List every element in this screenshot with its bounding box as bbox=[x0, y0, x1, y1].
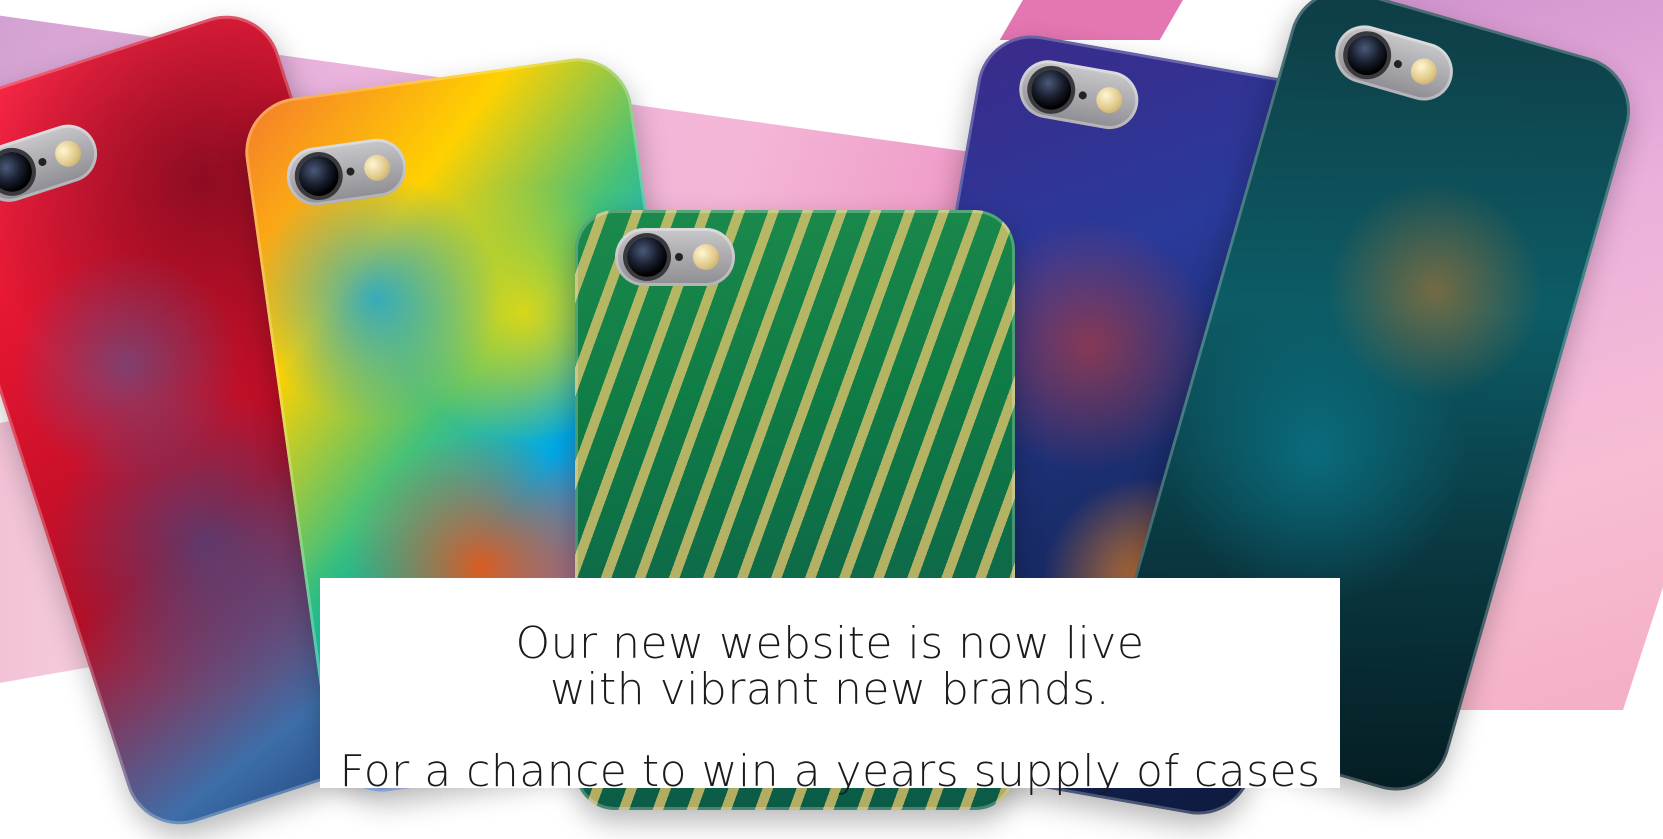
lens-icon bbox=[1028, 66, 1075, 114]
mic-dot bbox=[675, 253, 683, 261]
camera-icon bbox=[1014, 55, 1143, 134]
mic-dot bbox=[345, 167, 355, 177]
camera-icon bbox=[1328, 18, 1460, 108]
mic-dot bbox=[1078, 90, 1088, 101]
promo-text-panel: Our new website is now live with vibrant… bbox=[320, 578, 1340, 797]
lens-icon bbox=[1342, 30, 1392, 80]
flash-icon bbox=[693, 244, 719, 270]
flash-icon bbox=[1407, 55, 1440, 88]
flash-icon bbox=[1094, 85, 1125, 116]
mic-dot bbox=[37, 156, 48, 168]
flash-icon bbox=[51, 137, 85, 171]
promo-line-1: Our new website is now live bbox=[515, 618, 1145, 669]
camera-icon bbox=[0, 117, 105, 210]
background-band-pink-top bbox=[999, 0, 1201, 40]
lens-icon bbox=[0, 146, 38, 198]
promo-line-2: with vibrant new brands. bbox=[549, 664, 1111, 715]
promo-line-3: For a chance to win a years supply of ca… bbox=[339, 746, 1321, 797]
lens-icon bbox=[627, 237, 667, 277]
flash-icon bbox=[362, 153, 392, 183]
mic-dot bbox=[1392, 59, 1403, 70]
camera-icon bbox=[283, 135, 410, 210]
lens-icon bbox=[296, 153, 342, 199]
camera-icon bbox=[615, 228, 735, 286]
